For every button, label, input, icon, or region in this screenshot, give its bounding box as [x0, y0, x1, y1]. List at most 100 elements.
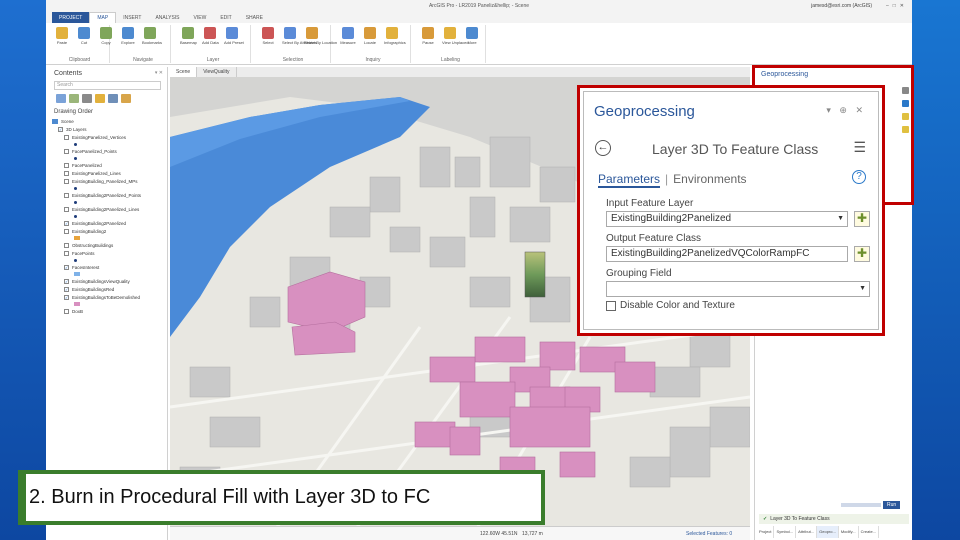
callout-window-controls[interactable]: ▾ ⊕ ✕: [826, 105, 866, 116]
ribbon-tab-map[interactable]: MAP: [89, 12, 117, 23]
help-icon[interactable]: ?: [852, 170, 866, 184]
disable-color-texture-checkbox[interactable]: Disable Color and Texture: [606, 300, 735, 311]
tab-parameters[interactable]: Parameters: [598, 172, 661, 188]
checkbox-box[interactable]: [606, 300, 616, 311]
bottom-tab[interactable]: Attribut...: [796, 526, 818, 538]
layer-visibility-checkbox[interactable]: [64, 148, 69, 154]
layer-visibility-checkbox[interactable]: [64, 162, 69, 168]
layer-visibility-checkbox[interactable]: [64, 206, 69, 212]
select-by-attributes-button[interactable]: Select By Attributes: [282, 27, 317, 51]
layer-row[interactable]: FacePanelized_Points: [48, 147, 167, 155]
ribbon-tab-edit[interactable]: EDIT: [213, 12, 238, 23]
pencil-icon[interactable]: [95, 94, 105, 103]
add-preset-button[interactable]: Add Preset: [224, 27, 244, 51]
grouping-field-select[interactable]: ▼: [606, 281, 870, 297]
ribbon-button-label: Select: [262, 40, 274, 45]
layer-row[interactable]: ✓ ExistingBuilding2Panelized: [48, 219, 167, 227]
layer-row[interactable]: ExistingBuilding_Panelized_MPs: [48, 177, 167, 185]
explore-button[interactable]: Explore: [120, 27, 136, 51]
window-controls[interactable]: –□✕: [886, 3, 908, 9]
tool-name: Layer 3D To Feature Class: [652, 141, 819, 157]
layer-visibility-checkbox[interactable]: [64, 192, 69, 198]
layer-row[interactable]: DoxB: [48, 307, 167, 315]
layer-row[interactable]: ExistingBuilding2Panelized_Lines: [48, 205, 167, 213]
ribbon-tab-share[interactable]: SHARE: [239, 12, 270, 23]
layer-visibility-checkbox[interactable]: ✓: [64, 286, 69, 292]
ribbon-tab-analysis[interactable]: ANALYSIS: [148, 12, 186, 23]
chevron-down-icon[interactable]: ▼: [837, 212, 844, 226]
layer-visibility-checkbox[interactable]: ✓: [58, 126, 63, 132]
view-unplaced-button[interactable]: View Unplaced: [442, 27, 469, 51]
bottom-tab[interactable]: Symbol...: [774, 526, 797, 538]
layer-visibility-checkbox[interactable]: ✓: [64, 278, 69, 284]
back-arrow-icon[interactable]: ←: [595, 140, 611, 156]
layer-visibility-checkbox[interactable]: [64, 170, 69, 176]
view-tab-viewquality[interactable]: ViewQuality: [197, 67, 237, 77]
layer-visibility-checkbox[interactable]: [64, 308, 69, 314]
signin-label[interactable]: jamesd@esri.com (ArcGIS): [811, 3, 872, 9]
layer-visibility-checkbox[interactable]: ✓: [64, 264, 69, 270]
layer-row[interactable]: Scene: [48, 117, 167, 125]
layer-visibility-checkbox[interactable]: ✓: [64, 220, 69, 226]
ribbon-tab-view[interactable]: VIEW: [187, 12, 214, 23]
layer-row[interactable]: FacePoints: [48, 249, 167, 257]
layer-row[interactable]: ✓ ExistingBuildingsToBeDemolished: [48, 293, 167, 301]
add-data-icon[interactable]: ✚: [854, 211, 870, 227]
ribbon-button-label: Add Preset: [224, 40, 244, 45]
bottom-tab[interactable]: Modify...: [839, 526, 859, 538]
browse-output-icon[interactable]: ✚: [854, 246, 870, 262]
input-feature-layer-value: ExistingBuilding2Panelized: [611, 213, 732, 224]
view-tab-scene[interactable]: Scene: [170, 67, 198, 77]
layer-visibility-checkbox[interactable]: [64, 228, 69, 234]
tab-environments[interactable]: Environments: [673, 172, 746, 186]
list-icon[interactable]: [108, 94, 118, 103]
layer-row[interactable]: ✓ ExistingBuildingsViewQuality: [48, 277, 167, 285]
layer-row[interactable]: ✓ FacesInterest: [48, 263, 167, 271]
run-button[interactable]: Run: [883, 501, 901, 509]
measure-button[interactable]: Measure: [340, 27, 356, 51]
more-button[interactable]: More: [464, 27, 480, 51]
layer-visibility-checkbox[interactable]: [64, 242, 69, 248]
layer-row[interactable]: ObstructingBuildings: [48, 241, 167, 249]
layer-visibility-checkbox[interactable]: ✓: [64, 294, 69, 300]
database-icon[interactable]: [82, 94, 92, 103]
chevron-down-icon[interactable]: ▼: [859, 282, 866, 296]
bottom-tab[interactable]: Create...: [859, 526, 879, 538]
layer-row[interactable]: ExistingPanelized_Lines: [48, 169, 167, 177]
ribbon-tab-insert[interactable]: INSERT: [116, 12, 148, 23]
locate-button[interactable]: Locate: [362, 27, 378, 51]
layer-row[interactable]: ExistingBuilding2: [48, 227, 167, 235]
cut-button[interactable]: Cut: [76, 27, 92, 51]
basemap-button[interactable]: Basemap: [180, 27, 197, 51]
layer-visibility-checkbox[interactable]: [64, 250, 69, 256]
layer-row[interactable]: ✓ ExistingBuildingsRed: [48, 285, 167, 293]
layer-row[interactable]: ExistingBuilding2Panelized_Points: [48, 191, 167, 199]
filter-icon[interactable]: [56, 94, 66, 103]
ribbon-tab-project[interactable]: PROJECT: [52, 12, 90, 23]
layer-visibility-checkbox[interactable]: [64, 178, 69, 184]
hamburger-menu-icon[interactable]: ☰: [853, 139, 866, 156]
input-feature-layer-field[interactable]: ExistingBuilding2Panelized ▼: [606, 211, 848, 227]
selected-features[interactable]: Selected Features: 0: [686, 531, 732, 537]
output-feature-class-field[interactable]: ExistingBuilding2PanelizedVQColorRampFC: [606, 246, 848, 262]
copy-button[interactable]: Copy: [98, 27, 114, 51]
gp-scrollbar[interactable]: [841, 503, 881, 507]
pane-controls[interactable]: ▾ ✕: [155, 70, 163, 76]
pause-button[interactable]: Pause: [420, 27, 436, 51]
contents-search-input[interactable]: Search: [54, 81, 161, 90]
bottom-tab[interactable]: Geopro...: [817, 526, 839, 538]
ribbon-group-label: Labeling: [441, 57, 460, 63]
select-button[interactable]: Select: [260, 27, 276, 51]
paste-button[interactable]: Paste: [54, 27, 70, 51]
layer-row[interactable]: ExistingPanelized_Vertices: [48, 133, 167, 141]
layer-visibility-checkbox[interactable]: [64, 134, 69, 140]
bookmarks-button[interactable]: Bookmarks: [142, 27, 162, 51]
layer-row[interactable]: FacePanelized: [48, 161, 167, 169]
infographics-button[interactable]: Infographics: [384, 27, 406, 51]
layer-row[interactable]: ✓ 3D Layers: [48, 125, 167, 133]
label-icon[interactable]: [121, 94, 131, 103]
select-by-location-button[interactable]: Select By Location: [304, 27, 337, 51]
bottom-tab[interactable]: Project: [757, 526, 775, 538]
layer-icon[interactable]: [69, 94, 79, 103]
add-data-button[interactable]: Add Data: [202, 27, 219, 51]
